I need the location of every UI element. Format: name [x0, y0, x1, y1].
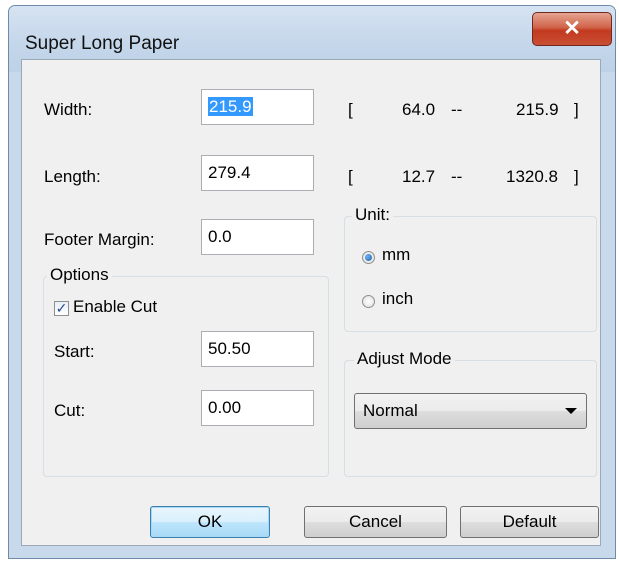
length-value: 279.4	[208, 163, 251, 182]
start-input[interactable]: 50.50	[201, 331, 314, 367]
adjust-mode-dropdown[interactable]: Normal	[354, 393, 587, 429]
options-group: Options ✓ Enable Cut Start: 50.50 Cut: 0…	[43, 265, 329, 477]
footer-margin-input[interactable]: 0.0	[201, 219, 314, 255]
mm-radio[interactable]	[362, 251, 375, 264]
footer-margin-label: Footer Margin:	[44, 230, 155, 249]
inch-radio[interactable]	[362, 295, 375, 308]
length-min: 12.7	[402, 167, 436, 186]
length-max: 1320.8	[506, 167, 558, 186]
default-button[interactable]: Default	[460, 506, 599, 538]
footer-margin-value: 0.0	[208, 227, 232, 246]
enable-cut-label: Enable Cut	[73, 297, 158, 316]
cancel-button[interactable]: Cancel	[304, 506, 447, 538]
adjust-mode-value: Normal	[363, 401, 418, 420]
width-range-close: ]	[574, 100, 579, 119]
adjust-mode-legend: Adjust Mode	[354, 349, 455, 369]
cut-label: Cut:	[54, 401, 86, 420]
width-range-dash: --	[451, 100, 463, 119]
width-min: 64.0	[402, 100, 436, 119]
window-title: Super Long Paper	[25, 33, 180, 54]
adjust-mode-group: Adjust Mode Normal	[344, 349, 597, 477]
close-button[interactable]: ✕	[532, 12, 612, 46]
start-value: 50.50	[208, 339, 251, 358]
cut-input[interactable]: 0.00	[201, 390, 314, 426]
width-input[interactable]: 215.9	[201, 89, 314, 125]
unit-legend: Unit:	[352, 205, 393, 225]
length-range-open: [	[348, 167, 353, 186]
length-range-close: ]	[574, 167, 579, 186]
unit-group: Unit: mm inch	[344, 205, 597, 332]
width-value: 215.9	[208, 97, 253, 116]
width-label: Width:	[44, 100, 93, 119]
dialog-window: Super Long Paper ✕ Width: 215.9 [ 64.0 -…	[8, 5, 616, 559]
start-label: Start:	[54, 342, 95, 361]
enable-cut-checkbox[interactable]: ✓	[54, 301, 69, 316]
width-max: 215.9	[516, 100, 559, 119]
length-input[interactable]: 279.4	[201, 155, 314, 191]
cut-value: 0.00	[208, 398, 242, 417]
options-legend: Options	[47, 265, 112, 285]
close-icon: ✕	[563, 17, 581, 40]
chevron-down-icon	[565, 408, 577, 414]
length-range-dash: --	[451, 167, 463, 186]
length-label: Length:	[44, 167, 101, 186]
width-range-open: [	[348, 100, 353, 119]
mm-label: mm	[382, 245, 411, 264]
inch-label: inch	[382, 289, 414, 308]
ok-button[interactable]: OK	[150, 506, 270, 538]
dialog-body: Width: 215.9 [ 64.0 -- 215.9 ] Length: 2…	[21, 59, 601, 546]
